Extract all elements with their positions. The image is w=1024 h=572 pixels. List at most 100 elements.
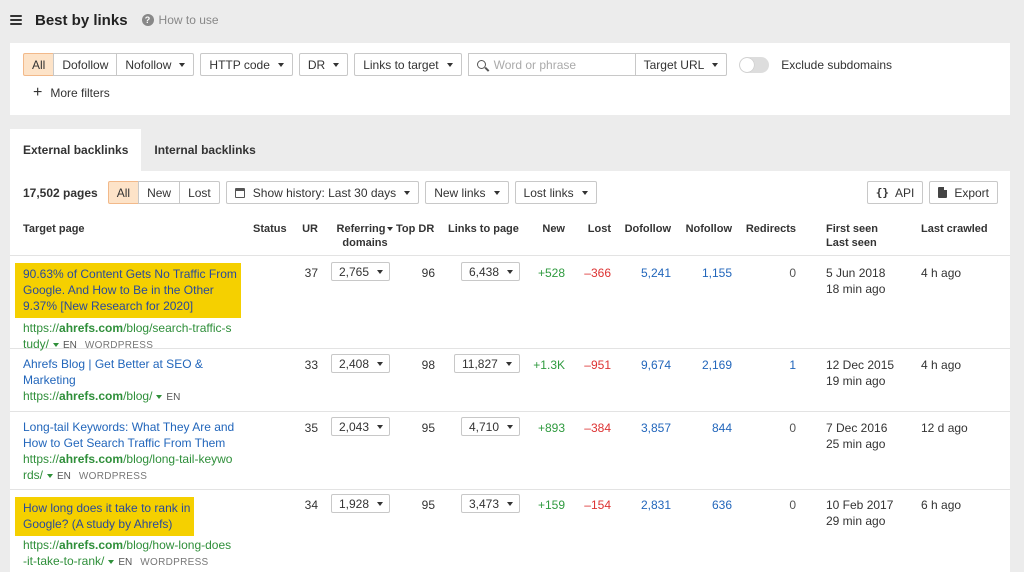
- referring-domains-dropdown[interactable]: 2,043: [331, 417, 390, 436]
- target-page-title-link[interactable]: Ahrefs Blog | Get Better at SEO & Market…: [23, 356, 248, 388]
- target-page-url[interactable]: https://ahrefs.com/blog/long-tail-keywo …: [23, 451, 248, 485]
- how-to-use-link[interactable]: ? How to use: [141, 13, 219, 27]
- chevron-down-icon[interactable]: [108, 559, 115, 564]
- lost-links-dropdown[interactable]: Lost links: [514, 181, 597, 204]
- links-to-target-dropdown[interactable]: Links to target: [354, 53, 462, 76]
- new-value[interactable]: +1.3K: [510, 357, 565, 373]
- redirects-value[interactable]: 1: [740, 357, 796, 373]
- chevron-down-icon: [377, 361, 384, 366]
- target-url-dropdown[interactable]: Target URL: [634, 53, 728, 76]
- filters-panel: All Dofollow Nofollow HTTP code DR Links…: [10, 43, 1010, 115]
- target-page-title-link[interactable]: Long-tail Keywords: What They Are and Ho…: [23, 419, 248, 451]
- col-redirects[interactable]: Redirects: [740, 222, 796, 236]
- first-seen-value: 5 Jun 2018: [826, 266, 886, 280]
- url-path: /blog/: [123, 389, 153, 403]
- chevron-down-icon[interactable]: [53, 342, 60, 347]
- url-domain: ahrefs.com: [59, 321, 124, 335]
- referring-domains-dropdown[interactable]: 2,765: [331, 262, 390, 281]
- table-row: 90.63% of Content Gets No Traffic From G…: [10, 257, 1010, 351]
- chevron-down-icon: [377, 501, 384, 506]
- target-page-url[interactable]: https://ahrefs.com/blog/EN: [23, 388, 248, 406]
- export-label: Export: [954, 185, 989, 200]
- col-status[interactable]: Status: [253, 222, 287, 236]
- show-history-dropdown[interactable]: Show history: Last 30 days: [225, 181, 420, 204]
- referring-domains-value: 2,043: [339, 419, 370, 434]
- nofollow-value[interactable]: 636: [680, 497, 732, 513]
- target-page-cell: 90.63% of Content Gets No Traffic From G…: [15, 263, 248, 354]
- last-crawled-value: 4 h ago: [921, 266, 962, 280]
- col-new[interactable]: New: [530, 222, 565, 236]
- referring-domains-dropdown[interactable]: 1,928: [331, 494, 390, 513]
- search-placeholder: Word or phrase: [493, 57, 577, 72]
- col-nofollow[interactable]: Nofollow: [680, 222, 732, 236]
- target-page-url[interactable]: https://ahrefs.com/blog/search-traffic-s…: [23, 320, 248, 354]
- new-value[interactable]: +159: [510, 497, 565, 513]
- new-value[interactable]: +893: [510, 420, 565, 436]
- period-new-button[interactable]: New: [138, 181, 181, 204]
- tab-external-backlinks[interactable]: External backlinks: [10, 129, 142, 171]
- help-icon: ?: [141, 14, 154, 26]
- page-count: 17,502 pages: [23, 185, 98, 200]
- http-code-dropdown[interactable]: HTTP code: [200, 53, 293, 76]
- lost-value[interactable]: –366: [570, 265, 611, 281]
- chevron-down-icon[interactable]: [47, 473, 54, 478]
- dr-dropdown[interactable]: DR: [298, 53, 349, 76]
- links-to-page-value: 3,473: [469, 496, 500, 511]
- col-dofollow[interactable]: Dofollow: [620, 222, 671, 236]
- col-top-dr[interactable]: Top DR: [396, 222, 434, 236]
- redirects-value: 0: [789, 498, 796, 512]
- target-page-url[interactable]: https://ahrefs.com/blog/how-long-does -i…: [23, 537, 248, 571]
- title-line: How to Get Search Traffic From Them: [23, 436, 226, 450]
- period-lost-button[interactable]: Lost: [179, 181, 220, 204]
- dofollow-value[interactable]: 3,857: [620, 420, 671, 436]
- col-links-to-page[interactable]: Links to page: [448, 222, 519, 236]
- dofollow-value[interactable]: 2,831: [620, 497, 671, 513]
- title-line: Google? (A study by Ahrefs): [23, 517, 173, 531]
- lost-links-label: Lost links: [523, 185, 574, 200]
- chevron-down-icon[interactable]: [156, 394, 163, 399]
- period-segment: All New Lost: [107, 181, 220, 204]
- nofollow-value[interactable]: 844: [680, 420, 732, 436]
- menu-icon[interactable]: [10, 15, 22, 25]
- filter-nofollow-button[interactable]: Nofollow: [116, 53, 195, 76]
- col-first-last-seen[interactable]: First seen Last seen: [826, 222, 878, 250]
- url-domain: ahrefs.com: [59, 538, 124, 552]
- table-row: How long does it take to rank in Google?…: [10, 491, 1010, 572]
- top-bar: Best by links ? How to use: [0, 0, 1024, 40]
- exclude-subdomains-toggle[interactable]: [739, 56, 770, 73]
- col-referring-domains[interactable]: Referring domains: [332, 222, 398, 250]
- lost-value[interactable]: –154: [570, 497, 611, 513]
- target-page-title-link[interactable]: 90.63% of Content Gets No Traffic From G…: [15, 263, 241, 318]
- new-links-dropdown[interactable]: New links: [425, 181, 509, 204]
- export-button[interactable]: Export: [929, 181, 998, 204]
- chevron-down-icon: [404, 190, 411, 195]
- nofollow-value[interactable]: 2,169: [680, 357, 732, 373]
- links-to-page-value: 6,438: [469, 264, 500, 279]
- col-ur[interactable]: UR: [298, 222, 318, 236]
- search-input[interactable]: Word or phrase: [467, 53, 635, 76]
- url-prefix: https://: [23, 389, 60, 403]
- referring-domains-dropdown[interactable]: 2,408: [331, 354, 390, 373]
- col-target-page[interactable]: Target page: [23, 222, 85, 236]
- tab-internal-backlinks[interactable]: Internal backlinks: [141, 129, 268, 171]
- dofollow-value[interactable]: 5,241: [620, 265, 671, 281]
- url-path: /blog/long-tail-keywo: [123, 452, 233, 466]
- api-button[interactable]: {} API: [866, 181, 924, 204]
- lost-value[interactable]: –384: [570, 420, 611, 436]
- chevron-down-icon: [277, 62, 284, 67]
- col-last-crawled[interactable]: Last crawled: [921, 222, 988, 236]
- lost-value[interactable]: –951: [570, 357, 611, 373]
- first-last-seen-cell: 7 Dec 2016 25 min ago: [826, 420, 887, 452]
- new-value[interactable]: +528: [510, 265, 565, 281]
- target-page-cell: Ahrefs Blog | Get Better at SEO & Market…: [23, 356, 248, 406]
- period-all-button[interactable]: All: [107, 181, 140, 204]
- more-filters-button[interactable]: + More filters: [33, 85, 110, 101]
- how-to-use-label: How to use: [158, 13, 219, 27]
- dofollow-value[interactable]: 9,674: [620, 357, 671, 373]
- col-lost[interactable]: Lost: [580, 222, 611, 236]
- filter-all-button[interactable]: All: [23, 53, 55, 76]
- url-prefix: https://: [23, 452, 60, 466]
- target-page-title-link[interactable]: How long does it take to rank in Google?…: [15, 497, 195, 536]
- filter-dofollow-button[interactable]: Dofollow: [53, 53, 118, 76]
- nofollow-value[interactable]: 1,155: [680, 265, 732, 281]
